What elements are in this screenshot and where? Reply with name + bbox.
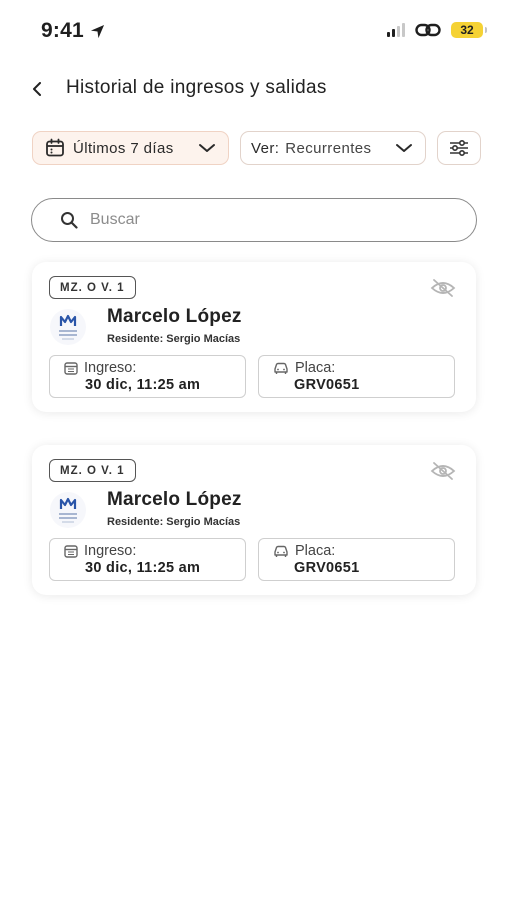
date-range-label: Últimos 7 días [73,139,174,157]
search-bar [31,198,477,242]
car-icon [274,545,288,557]
calendar-icon [64,545,78,558]
status-indicators: 32 [387,22,487,38]
visitor-name: Marcelo López [107,489,242,510]
visitor-name: Marcelo López [107,306,242,327]
calendar-icon [46,138,64,157]
plate-value: GRV0651 [294,377,360,393]
entry-label: Ingreso: [84,360,137,376]
search-icon [61,212,78,229]
avatar [50,492,86,528]
entry-label-row: Ingreso: [64,543,136,559]
date-range-dropdown[interactable]: Últimos 7 días [32,131,229,165]
plate-box: Placa: GRV0651 [258,355,455,398]
plate-label: Placa: [295,543,336,559]
record-card[interactable]: MZ. O V. 1 Marcelo López Residente: Serg… [32,262,476,412]
back-button[interactable] [26,76,48,102]
view-filter-dropdown[interactable]: Ver: Recurrentes [240,131,426,165]
entry-value: 30 dic, 11:25 am [85,377,201,393]
plate-label-row: Placa: [273,543,335,559]
battery-icon: 32 [451,22,487,38]
avatar [50,309,86,345]
clock-text: 9:41 [41,19,84,42]
car-icon [274,362,288,374]
plate-value: GRV0651 [294,560,360,576]
page-title: Historial de ingresos y salidas [66,77,327,98]
status-bar: 9:41 32 [0,0,507,60]
community-logo-icon [59,497,77,523]
entry-label: Ingreso: [84,543,137,559]
plate-box: Placa: GRV0651 [258,538,455,581]
plate-label: Placa: [295,360,336,376]
resident-name: Residente: Sergio Macías [107,516,241,528]
entry-time-box: Ingreso: 30 dic, 11:25 am [49,355,246,398]
filter-settings-button[interactable] [437,131,481,165]
location-arrow-icon [90,24,104,38]
eye-off-icon[interactable] [430,461,456,481]
battery-level: 32 [460,23,474,37]
record-card[interactable]: MZ. O V. 1 Marcelo López Residente: Serg… [32,445,476,595]
status-time: 9:41 [41,19,105,43]
view-filter-prefix: Ver: [251,139,280,157]
lot-badge: MZ. O V. 1 [49,276,136,299]
community-logo-icon [59,314,77,340]
entry-label-row: Ingreso: [64,360,136,376]
link-icon [415,23,441,37]
chevron-down-icon [199,144,215,152]
entry-time-box: Ingreso: 30 dic, 11:25 am [49,538,246,581]
view-filter-value: Recurrentes [285,139,372,157]
sliders-icon [450,139,468,157]
chevron-left-icon [33,82,41,96]
cellular-signal-icon [387,23,405,37]
resident-name: Residente: Sergio Macías [107,333,241,345]
page-header: Historial de ingresos y salidas [0,74,507,104]
entry-value: 30 dic, 11:25 am [85,560,201,576]
search-input[interactable] [90,211,430,229]
calendar-icon [64,362,78,375]
lot-badge: MZ. O V. 1 [49,459,136,482]
eye-off-icon[interactable] [430,278,456,298]
plate-label-row: Placa: [273,360,335,376]
chevron-down-icon [396,144,412,152]
